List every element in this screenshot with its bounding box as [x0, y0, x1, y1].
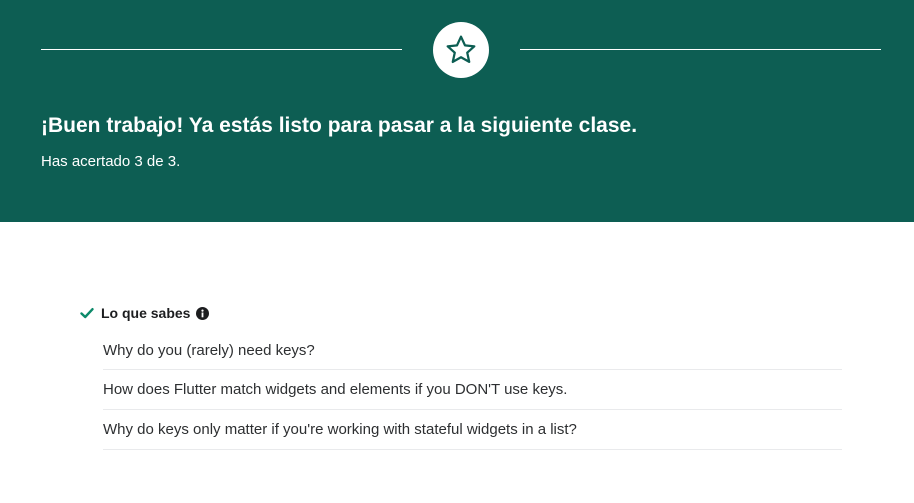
score-text: Has acertado 3 de 3. [41, 153, 181, 170]
divider-right [520, 49, 881, 50]
known-topics-section: Lo que sabes Why do you (rarely) need ke… [80, 302, 842, 450]
list-item: How does Flutter match widgets and eleme… [103, 370, 842, 410]
banner-title: ¡Buen trabajo! Ya estás listo para pasar… [41, 114, 638, 137]
star-badge [433, 22, 489, 78]
list-item: Why do you (rarely) need keys? [103, 332, 842, 370]
section-header: Lo que sabes [80, 302, 842, 324]
section-title: Lo que sabes [101, 305, 191, 321]
info-icon[interactable] [196, 306, 210, 320]
results-banner: ¡Buen trabajo! Ya estás listo para pasar… [0, 0, 914, 222]
list-item: Why do keys only matter if you're workin… [103, 410, 842, 450]
star-icon [446, 35, 476, 64]
check-icon [80, 306, 94, 320]
topic-list: Why do you (rarely) need keys? How does … [103, 332, 842, 450]
divider-left [41, 49, 402, 50]
